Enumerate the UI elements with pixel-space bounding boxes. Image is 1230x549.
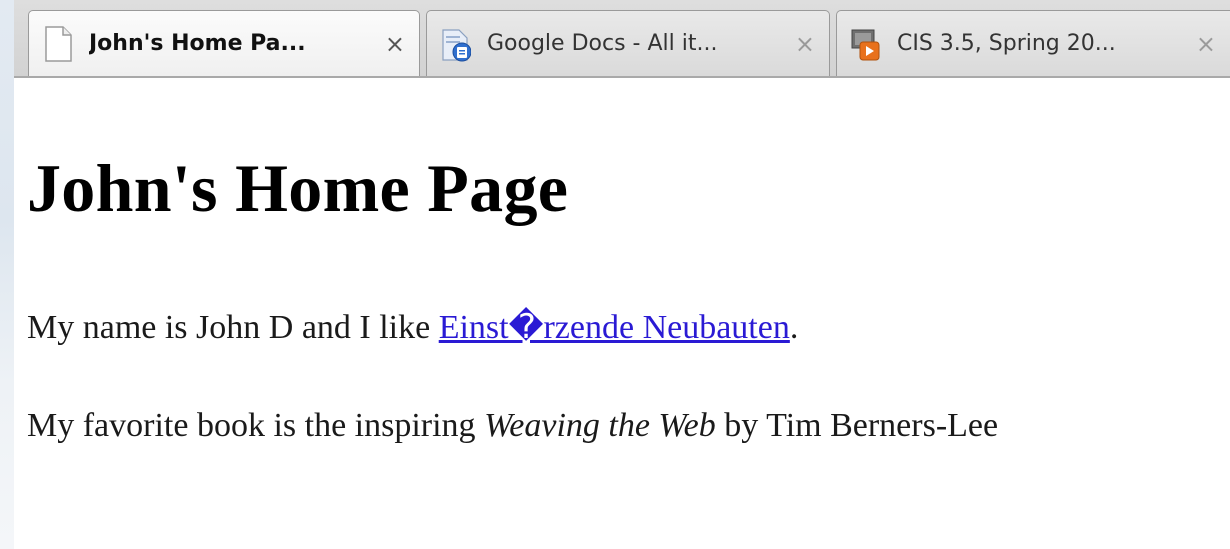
slides-presentation-icon (851, 26, 881, 62)
tab-johns-home-page[interactable]: John's Home Pa... × (28, 10, 420, 76)
paragraph-name: My name is John D and I like Einst�rzend… (27, 308, 798, 348)
close-tab-icon[interactable]: × (795, 30, 815, 58)
tab-cis-spring[interactable]: CIS 3.5, Spring 20... × (836, 10, 1230, 76)
para2-suffix: by Tim Berners-Lee (715, 407, 999, 444)
paragraph-book: My favorite book is the inspiring Weavin… (27, 406, 998, 446)
close-tab-icon[interactable]: × (385, 30, 405, 58)
window-left-edge (0, 0, 14, 549)
tab-google-docs[interactable]: Google Docs - All it... × (426, 10, 830, 76)
tab-title: CIS 3.5, Spring 20... (897, 31, 1116, 56)
close-tab-icon[interactable]: × (1196, 30, 1216, 58)
page-heading: John's Home Page (27, 150, 569, 226)
book-title: Weaving the Web (484, 407, 716, 444)
para1-suffix: . (789, 309, 799, 346)
heading-wrap: John's Home Page (27, 78, 568, 228)
tab-title: John's Home Pa... (89, 31, 306, 56)
para2-prefix: My favorite book is the inspiring (27, 407, 485, 444)
band-link[interactable]: Einst�rzende Neubauten (439, 309, 790, 346)
para1-prefix: My name is John D and I like (27, 309, 439, 346)
tab-title: Google Docs - All it... (487, 31, 718, 56)
google-docs-icon (441, 26, 472, 62)
blank-page-icon (43, 25, 73, 62)
